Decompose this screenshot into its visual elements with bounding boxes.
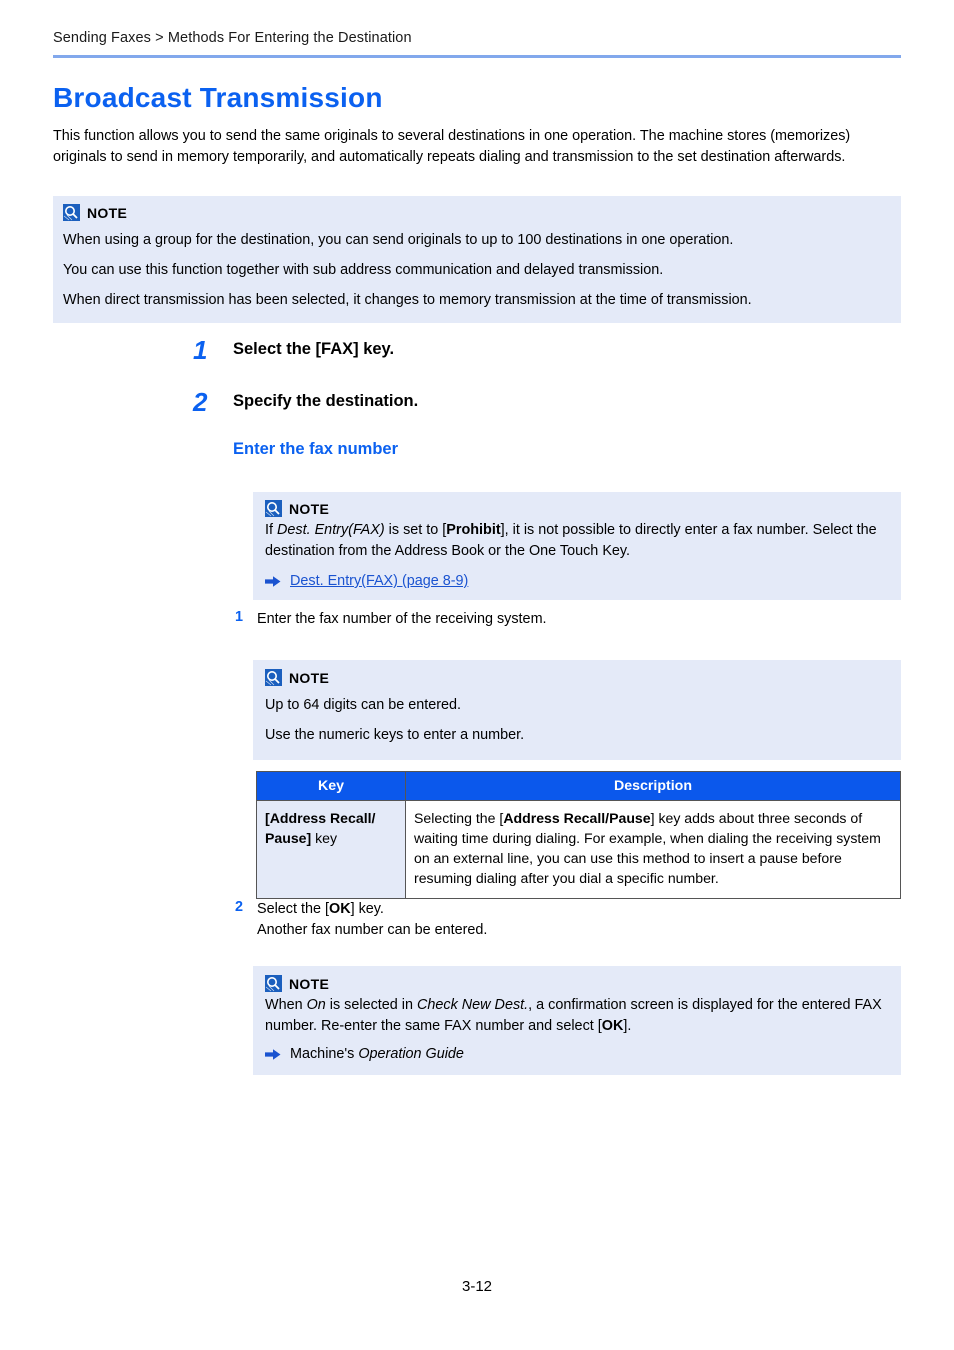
- page-number: 3-12: [461, 1278, 493, 1295]
- note-label: NOTE: [289, 975, 330, 992]
- note-header: NOTE: [265, 669, 891, 686]
- substep-line-1: Select the [OK] key.: [257, 899, 487, 920]
- right-arrow-icon: [265, 575, 281, 587]
- substep-text-part: Select the [: [257, 901, 329, 917]
- note-header: NOTE: [265, 975, 891, 992]
- note-italic-term: On: [306, 997, 326, 1013]
- substep-text-part: ] key.: [350, 901, 384, 917]
- note-body: If Dest. Entry(FAX) is set to [Prohibit]…: [265, 520, 891, 562]
- note-header: NOTE: [265, 500, 891, 517]
- page-title: Broadcast Transmission: [53, 82, 383, 113]
- desc-text: Selecting the [: [414, 810, 504, 826]
- table-header-row: Key Description: [256, 771, 901, 801]
- cross-reference: Machine's Operation Guide: [265, 1046, 891, 1062]
- table-cell-description: Selecting the [Address Recall/Pause] key…: [405, 800, 901, 899]
- note-italic-term: Dest. Entry(FAX): [277, 522, 385, 538]
- note-line: You can use this function together with …: [63, 262, 664, 278]
- page-footer: 3-12: [0, 1278, 954, 1295]
- cross-reference-text: Machine's Operation Guide: [290, 1046, 464, 1062]
- note-bold-term: Prohibit: [446, 522, 501, 538]
- cross-reference-link[interactable]: Dest. Entry(FAX) (page 8-9): [290, 573, 468, 589]
- desc-bold-term: Address Recall/Pause: [503, 810, 651, 826]
- note-box-check-new-dest: NOTE When On is selected in Check New De…: [253, 966, 901, 1075]
- substep-number: 1: [235, 609, 244, 625]
- note-box-general: NOTE When using a group for the destinat…: [53, 196, 901, 323]
- substep-number: 2: [235, 899, 244, 915]
- note-bold-term: OK: [601, 1018, 624, 1034]
- table-body: [Address Recall/ Pause] key Selecting th…: [256, 800, 901, 899]
- substep-text: Enter the fax number of the receiving sy…: [257, 611, 547, 627]
- table-header-description: Description: [405, 771, 901, 801]
- note-magnifier-icon: [265, 669, 282, 686]
- note-italic-term: Check New Dest.: [416, 997, 529, 1013]
- right-arrow-icon: [265, 1048, 281, 1060]
- note-magnifier-icon: [265, 500, 282, 517]
- note-box-digits: NOTE Up to 64 digits can be entered. Use…: [253, 660, 901, 760]
- page-header: Sending Faxes > Methods For Entering the…: [53, 30, 901, 58]
- step-number: 2: [193, 387, 208, 417]
- table-head: Key Description: [256, 771, 901, 801]
- substep-2: 2 Select the [OK] key. Another fax numbe…: [235, 899, 487, 941]
- table-header-key: Key: [256, 771, 406, 801]
- table-cell-key: [Address Recall/ Pause] key: [256, 800, 406, 899]
- note-line: Use the numeric keys to enter a number.: [265, 727, 525, 743]
- note-magnifier-icon: [265, 975, 282, 992]
- xref-italic: Operation Guide: [358, 1046, 464, 1062]
- note-text: is set to [: [384, 522, 447, 538]
- substep-text: Select the [OK] key. Another fax number …: [257, 899, 487, 941]
- note-text: is selected in: [325, 997, 417, 1013]
- xref-prefix: Machine's: [290, 1046, 359, 1062]
- note-text: When: [265, 997, 307, 1013]
- step-title: Select the [FAX] key.: [233, 340, 395, 358]
- note-body: When On is selected in Check New Dest., …: [265, 995, 891, 1037]
- note-label: NOTE: [289, 669, 330, 686]
- note-label: NOTE: [289, 500, 330, 517]
- intro-paragraph: This function allows you to send the sam…: [53, 128, 851, 165]
- note-magnifier-icon: [63, 204, 80, 221]
- cross-reference[interactable]: Dest. Entry(FAX) (page 8-9): [265, 573, 891, 589]
- note-text: If: [265, 522, 277, 538]
- note-label: NOTE: [87, 204, 128, 221]
- step-1: 1 Select the [FAX] key.: [193, 337, 394, 363]
- substep-1: 1 Enter the fax number of the receiving …: [235, 609, 547, 630]
- header-divider: [53, 55, 901, 58]
- section-subheading: Enter the fax number: [233, 440, 399, 458]
- breadcrumb: Sending Faxes > Methods For Entering the…: [53, 30, 412, 46]
- step-title: Specify the destination.: [233, 392, 419, 410]
- table-row: [Address Recall/ Pause] key Selecting th…: [256, 800, 901, 899]
- note-line: Up to 64 digits can be entered.: [265, 697, 462, 713]
- step-number: 1: [193, 335, 208, 365]
- key-suffix: key: [311, 830, 338, 846]
- key-description-table: Key Description [Address Recall/ Pause] …: [256, 771, 901, 899]
- note-line: When using a group for the destination, …: [63, 232, 734, 248]
- document-page: Sending Faxes > Methods For Entering the…: [0, 0, 954, 1350]
- note-box-dest-entry: NOTE If Dest. Entry(FAX) is set to [Proh…: [253, 492, 901, 600]
- substep-bold-term: OK: [329, 901, 351, 917]
- note-header: NOTE: [63, 204, 891, 221]
- step-2: 2 Specify the destination.: [193, 389, 418, 415]
- note-text: ].: [623, 1018, 632, 1034]
- note-line: When direct transmission has been select…: [63, 292, 752, 308]
- substep-line-2: Another fax number can be entered.: [257, 922, 488, 938]
